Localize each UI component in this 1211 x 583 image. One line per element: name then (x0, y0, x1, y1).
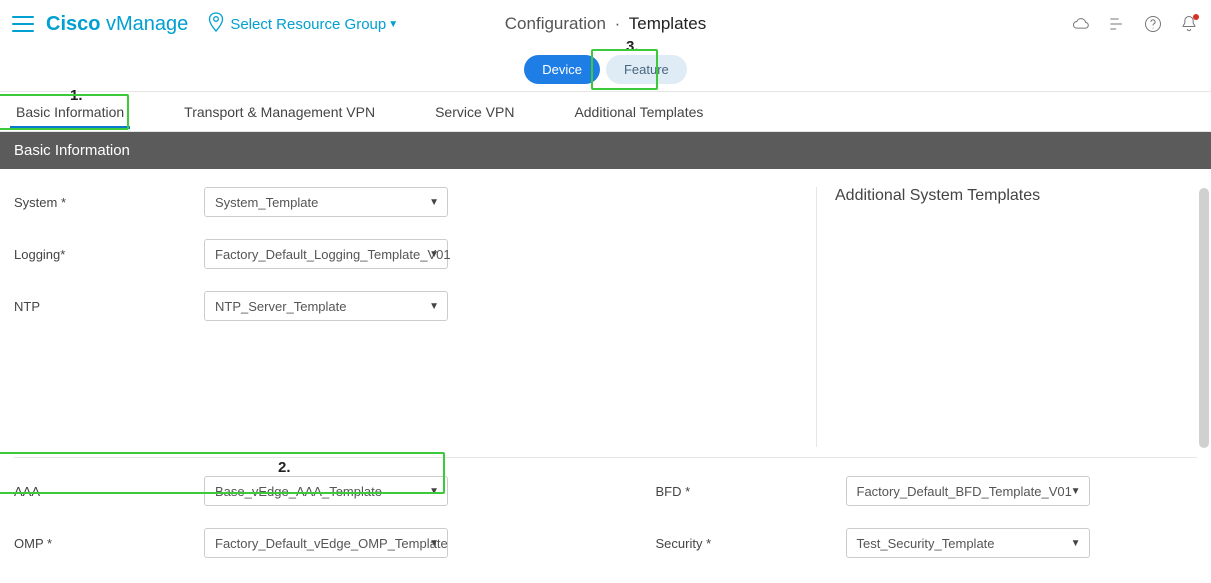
section-header-basic-info: Basic Information (0, 132, 1211, 169)
form-left-column: System * System_Template ▼ Logging* Fact… (14, 187, 817, 447)
chevron-down-icon: ▼ (1071, 486, 1081, 497)
basic-info-form: System * System_Template ▼ Logging* Fact… (0, 169, 1211, 457)
cloud-icon[interactable] (1071, 14, 1091, 34)
help-icon[interactable] (1143, 14, 1163, 34)
dropdown-system-value: System_Template (215, 195, 318, 210)
breadcrumb-current: Templates (629, 14, 706, 33)
dropdown-security-value: Test_Security_Template (857, 536, 995, 551)
menu-icon[interactable] (12, 16, 34, 32)
tab-transport-management-vpn[interactable]: Transport & Management VPN (178, 94, 381, 129)
vertical-scrollbar[interactable] (1199, 188, 1209, 568)
tab-additional-templates[interactable]: Additional Templates (568, 94, 709, 129)
breadcrumb: Configuration · Templates (505, 14, 706, 34)
lower-form-grid: AAA Base_vEdge_AAA_Template ▼ OMP * Fact… (0, 458, 1211, 580)
header-actions (1071, 14, 1199, 34)
brand-bold: Cisco (46, 13, 100, 35)
row-omp: OMP * Factory_Default_vEdge_OMP_Template… (14, 528, 556, 558)
highlight-aaa-row (0, 452, 445, 494)
pin-icon (208, 12, 224, 36)
chevron-down-icon: ▼ (429, 538, 439, 549)
row-security: Security * Test_Security_Template ▼ (656, 528, 1198, 558)
lower-col-right: BFD * Factory_Default_BFD_Template_V01 ▼… (556, 476, 1198, 580)
label-ntp: NTP (14, 299, 204, 314)
tab-service-vpn[interactable]: Service VPN (429, 94, 520, 129)
dropdown-ntp[interactable]: NTP_Server_Template ▼ (204, 291, 448, 321)
row-ntp: NTP NTP_Server_Template ▼ (14, 291, 796, 321)
dropdown-bfd[interactable]: Factory_Default_BFD_Template_V01 ▼ (846, 476, 1090, 506)
dropdown-security[interactable]: Test_Security_Template ▼ (846, 528, 1090, 558)
label-security: Security * (656, 536, 846, 551)
brand-light: vManage (100, 13, 188, 35)
highlight-feature (591, 49, 658, 90)
additional-system-templates-title: Additional System Templates (835, 187, 1040, 204)
label-logging: Logging* (14, 247, 204, 262)
section-tabs: Basic Information Transport & Management… (0, 92, 1211, 132)
chevron-down-icon: ▼ (429, 197, 439, 208)
resource-group-label: Select Resource Group (230, 16, 386, 33)
highlight-basic-tab (0, 94, 129, 130)
dropdown-logging-value: Factory_Default_Logging_Template_V01 (215, 247, 451, 262)
dropdown-omp[interactable]: Factory_Default_vEdge_OMP_Template ▼ (204, 528, 448, 558)
tasks-icon[interactable] (1107, 14, 1127, 34)
chevron-down-icon: ▼ (429, 301, 439, 312)
row-system: System * System_Template ▼ (14, 187, 796, 217)
breadcrumb-separator: · (615, 14, 621, 33)
device-toggle-button[interactable]: Device (524, 55, 600, 84)
dropdown-logging[interactable]: Factory_Default_Logging_Template_V01 ▼ (204, 239, 448, 269)
dropdown-bfd-value: Factory_Default_BFD_Template_V01 (857, 484, 1072, 499)
additional-system-templates-panel: Additional System Templates (817, 187, 1197, 447)
row-bfd: BFD * Factory_Default_BFD_Template_V01 ▼ (656, 476, 1198, 506)
dropdown-omp-value: Factory_Default_vEdge_OMP_Template (215, 536, 448, 551)
breadcrumb-parent: Configuration (505, 14, 606, 33)
label-bfd: BFD * (656, 484, 846, 499)
label-omp: OMP * (14, 536, 204, 551)
app-header: Cisco vManage Select Resource Group ▼ Co… (0, 0, 1211, 48)
dropdown-system[interactable]: System_Template ▼ (204, 187, 448, 217)
template-type-toggle-row: Device Feature (0, 48, 1211, 92)
chevron-down-icon: ▼ (388, 19, 398, 30)
brand-logo: Cisco vManage (46, 13, 188, 36)
chevron-down-icon: ▼ (1071, 538, 1081, 549)
chevron-down-icon: ▼ (429, 249, 439, 260)
resource-group-dropdown[interactable]: Select Resource Group ▼ (208, 12, 398, 36)
dropdown-ntp-value: NTP_Server_Template (215, 299, 347, 314)
row-logging: Logging* Factory_Default_Logging_Templat… (14, 239, 796, 269)
notifications-icon[interactable] (1179, 14, 1199, 34)
scrollbar-thumb[interactable] (1199, 188, 1209, 448)
label-system: System * (14, 195, 204, 210)
